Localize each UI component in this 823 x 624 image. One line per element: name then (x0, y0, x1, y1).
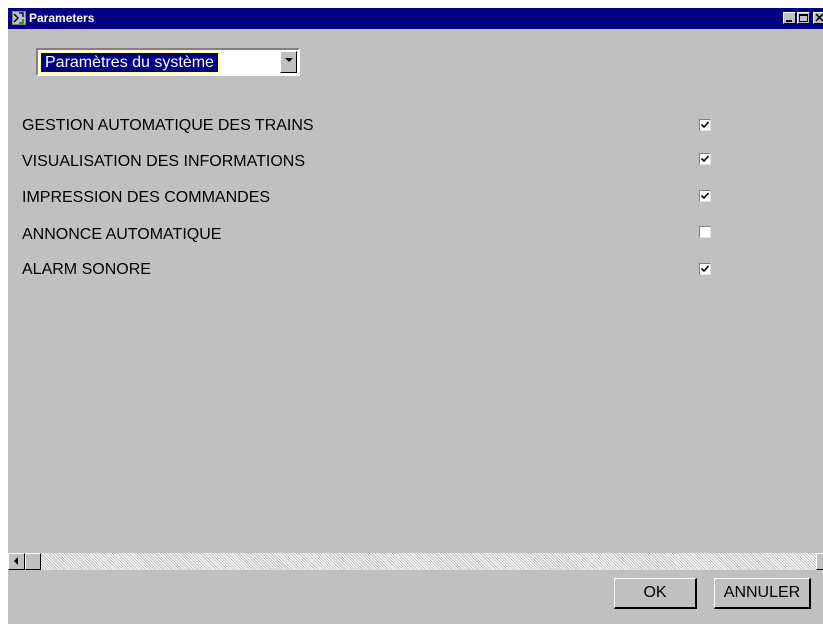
checkbox-gestion-automatique[interactable] (699, 119, 711, 131)
maximize-button[interactable] (797, 12, 810, 24)
checkmark-icon (700, 121, 710, 129)
param-label-visualisation: VISUALISATION DES INFORMATIONS (22, 153, 305, 170)
horizontal-scrollbar[interactable] (8, 553, 823, 570)
scroll-thumb[interactable] (25, 553, 41, 570)
minimize-icon (786, 20, 792, 22)
cancel-button[interactable]: ANNULER (714, 578, 811, 609)
ok-button[interactable]: OK (614, 578, 697, 609)
checkbox-alarm-sonore[interactable] (699, 263, 711, 275)
param-label-alarm-sonore: ALARM SONORE (22, 261, 151, 278)
chevron-down-icon (284, 58, 293, 62)
minimize-button[interactable] (783, 12, 796, 24)
title-bar[interactable]: Parameters (8, 8, 823, 29)
category-select[interactable]: Paramètres du système (36, 48, 300, 76)
checkmark-icon (700, 192, 710, 200)
param-label-impression: IMPRESSION DES COMMANDES (22, 189, 271, 206)
checkbox-visualisation[interactable] (699, 153, 711, 165)
app-icon[interactable] (12, 11, 26, 25)
checkbox-impression[interactable] (699, 190, 711, 202)
param-label-annonce-automatique: ANNONCE AUTOMATIQUE (22, 226, 222, 243)
scroll-left-button[interactable] (8, 553, 25, 570)
param-label-gestion-automatique: GESTION AUTOMATIQUE DES TRAINS (22, 117, 314, 134)
close-button[interactable] (813, 12, 823, 24)
checkmark-icon (700, 155, 710, 163)
dropdown-button[interactable] (280, 51, 297, 73)
checkmark-icon (700, 265, 710, 273)
close-icon (815, 13, 823, 22)
window-title: Parameters (29, 11, 95, 25)
parameters-window: Parameters Paramètres du système GESTION… (8, 8, 823, 624)
maximize-icon (799, 14, 808, 22)
scroll-right-button[interactable] (816, 553, 823, 570)
checkbox-annonce-automatique[interactable] (699, 226, 711, 238)
scroll-left-icon (14, 557, 18, 565)
category-select-value: Paramètres du système (40, 52, 219, 73)
